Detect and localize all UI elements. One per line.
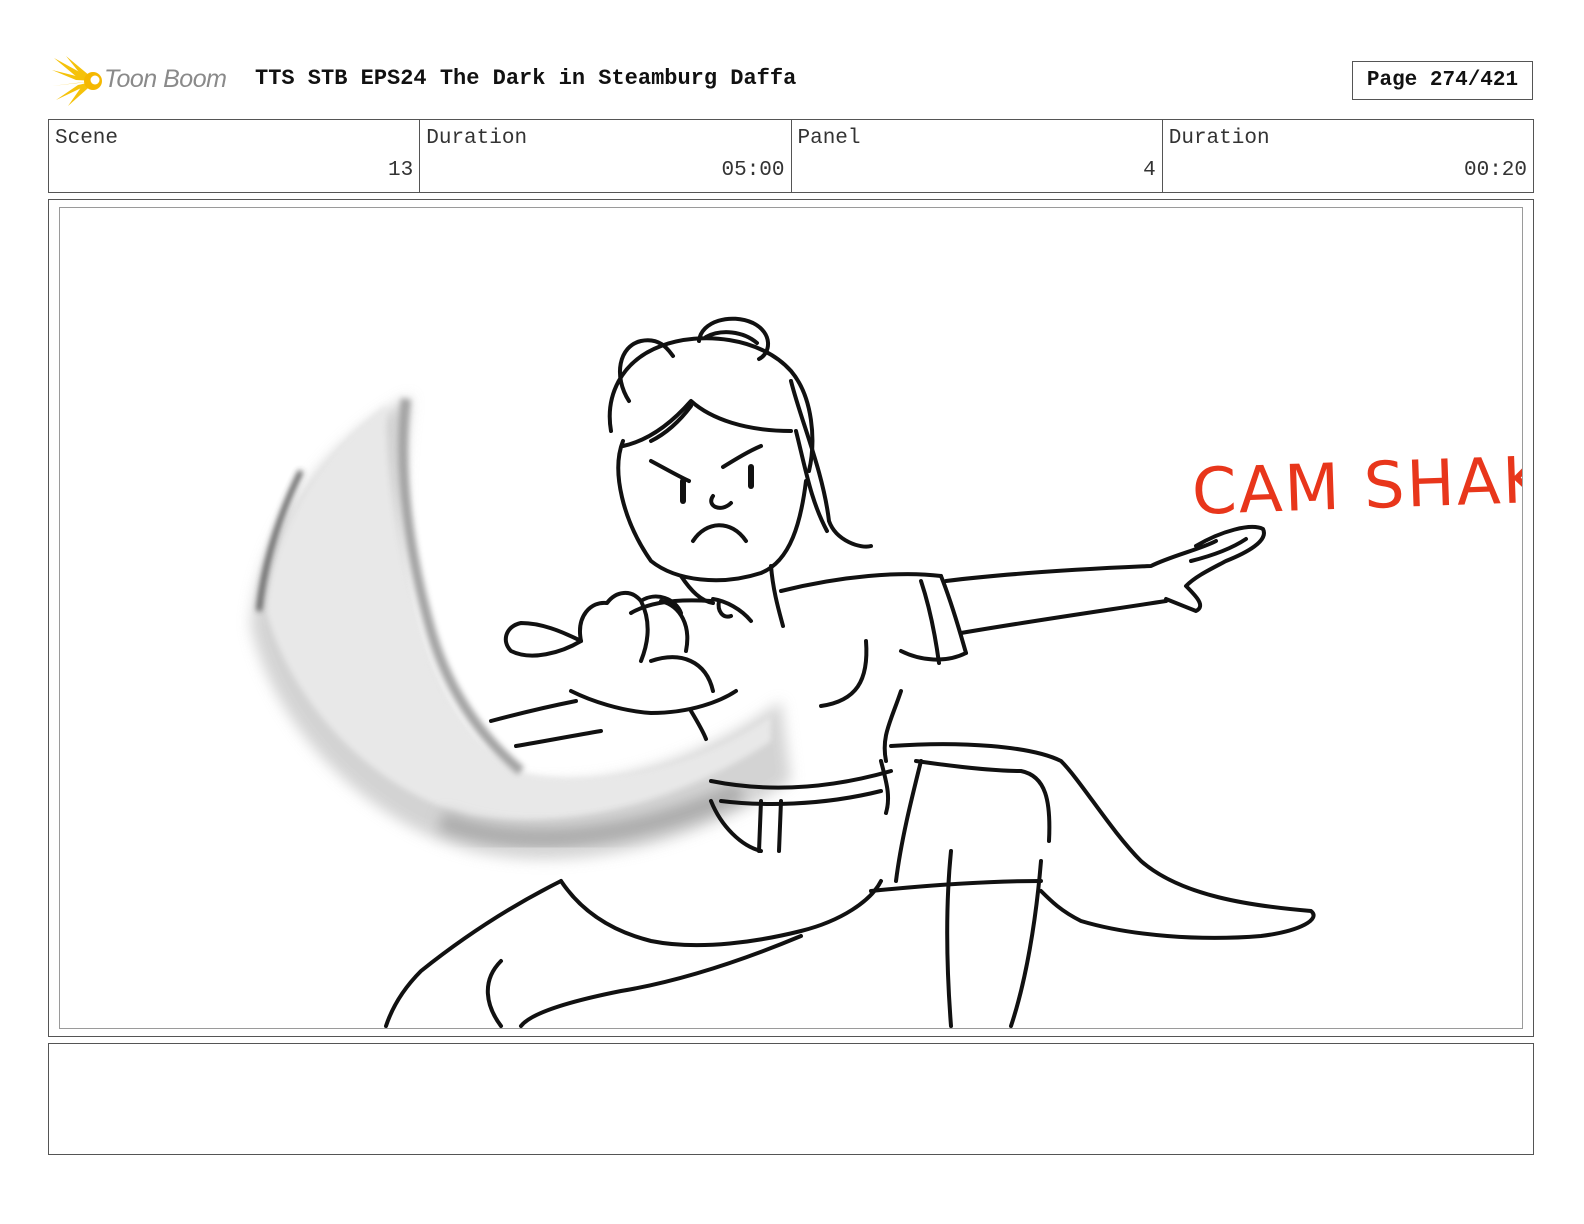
scene-duration-value: 05:00 <box>721 159 785 182</box>
scene-cell: Scene 13 <box>49 120 421 192</box>
logo-text: Toon Boom <box>104 65 227 93</box>
scene-duration-cell: Duration 05:00 <box>420 120 792 192</box>
scene-duration-label: Duration <box>426 127 528 150</box>
panel-duration-label: Duration <box>1168 127 1270 150</box>
panel-value: 4 <box>1143 159 1156 182</box>
scene-label: Scene <box>55 127 119 150</box>
panel-cell: Panel 4 <box>792 120 1163 192</box>
panel-label: Panel <box>797 127 861 150</box>
cam-shake-annotation: CAM SHAKE <box>1190 442 1523 530</box>
storyboard-drawing: CAM SHAKE <box>59 207 1523 1029</box>
panel-info-row: Scene 13 Duration 05:00 Panel 4 Duration… <box>48 119 1534 193</box>
page-indicator: Page 274/421 <box>1352 61 1533 100</box>
toon-boom-logo: Toon Boom <box>52 56 242 106</box>
panel-duration-value: 00:20 <box>1463 159 1527 182</box>
motion-blur-blade <box>251 396 791 860</box>
notes-box <box>48 1043 1534 1155</box>
panel-duration-cell: Duration 00:20 <box>1163 120 1533 192</box>
character-sketch <box>251 316 1316 1028</box>
scene-value: 13 <box>388 159 414 182</box>
document-title: TTS STB EPS24 The Dark in Steamburg Daff… <box>255 66 797 91</box>
starburst-icon <box>52 56 102 106</box>
